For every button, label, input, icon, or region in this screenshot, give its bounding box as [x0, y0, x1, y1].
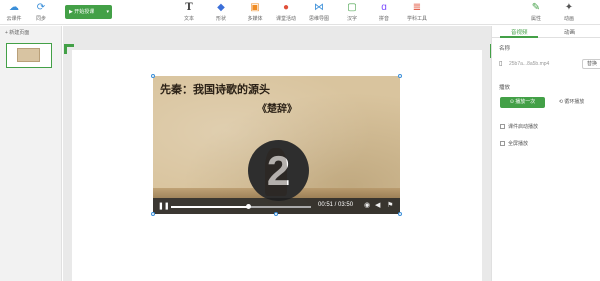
camera-icon[interactable]: ◉ — [364, 201, 370, 209]
autoplay-label: 课件启动播放 — [508, 124, 539, 130]
subject-tools-button[interactable]: ≣ 学科工具 — [403, 1, 431, 24]
fullscreen-checkbox-row[interactable]: 全屏播放 — [500, 140, 528, 147]
video-time: 00:51 / 03:50 — [318, 202, 354, 208]
file-icon: ▯ — [499, 61, 503, 67]
shape-tool-button[interactable]: ◆ 形状 — [207, 1, 235, 24]
seek-progress — [171, 206, 248, 208]
pages-pane: + 新建页面 — [0, 26, 62, 281]
animation-button[interactable]: ✦ 动画 — [555, 1, 583, 24]
play-once-button[interactable]: ⊙ 播放一次 — [500, 97, 545, 108]
properties-label: 属性 — [530, 16, 541, 22]
brush-icon: ✎ — [531, 2, 541, 13]
properties-button[interactable]: ✎ 属性 — [522, 1, 550, 24]
resize-handle-bottom-right[interactable] — [398, 212, 402, 216]
sync-icon: ⟳ — [36, 2, 46, 13]
sync-button[interactable]: ⟳ 同步 — [27, 1, 55, 24]
tab-animation[interactable]: 动画 — [564, 28, 575, 36]
video-player[interactable]: 先秦：我国诗歌的源头 《楚辞》 2 ❚❚ 00:51 / 03:50 ◉ ◀ ⚑ — [153, 76, 400, 214]
autoplay-checkbox-row[interactable]: 课件启动播放 — [500, 123, 538, 130]
sync-label: 同步 — [35, 16, 46, 22]
shape-icon: ◆ — [217, 2, 225, 13]
pause-icon[interactable]: ❚❚ — [158, 202, 170, 210]
name-section-label: 名称 — [499, 46, 511, 52]
new-page-button[interactable]: + 新建页面 — [5, 29, 29, 36]
star-icon: ✦ — [564, 2, 574, 13]
shape-tool-label: 形状 — [215, 16, 226, 22]
volume-icon[interactable]: ◀ — [375, 201, 380, 209]
text-tool-button[interactable]: T 文本 — [175, 1, 203, 24]
mindmap-tool-button[interactable]: ⋈ 思维导图 — [305, 1, 333, 24]
autoplay-checkbox[interactable] — [500, 124, 505, 129]
file-row: ▯ 25b7a...8a5b.mp4 替换 — [499, 59, 600, 69]
text-icon: T — [185, 2, 193, 13]
tab-video[interactable]: 音视频 — [511, 28, 528, 36]
properties-pane: 音视频 动画 名称 ▯ 25b7a...8a5b.mp4 替换 播放 ⊙ 播放一… — [491, 26, 600, 281]
cloud-label: 云课件 — [6, 16, 22, 22]
hanzi-icon: ▢ — [347, 2, 357, 13]
cloud-icon: ☁ — [9, 2, 19, 13]
media-icon: ▣ — [250, 2, 260, 13]
hanzi-tool-label: 汉字 — [346, 16, 357, 22]
text-tool-label: 文本 — [183, 16, 194, 22]
media-tool-label: 多媒体 — [247, 16, 263, 22]
thumbnail-video-preview — [17, 48, 40, 62]
chevron-down-icon[interactable]: ▾ — [106, 5, 109, 19]
play-section-label: 播放 — [499, 85, 511, 91]
resize-handle-top-left[interactable] — [151, 74, 155, 78]
person-icon: ● — [282, 2, 290, 13]
subject-tools-label: 学科工具 — [406, 16, 427, 22]
video-title-text: 先秦：我国诗歌的源头 — [160, 83, 270, 96]
books-icon: ≣ — [412, 2, 422, 13]
fullscreen-label: 全屏播放 — [508, 141, 529, 147]
fullscreen-checkbox[interactable] — [500, 141, 505, 146]
seek-bar[interactable] — [171, 204, 311, 209]
resize-handle-top-right[interactable] — [398, 74, 402, 78]
activity-tool-label: 课堂活动 — [275, 16, 296, 22]
page-thumbnail[interactable] — [6, 43, 52, 68]
resize-handle-bottom-left[interactable] — [151, 212, 155, 216]
pinyin-icon: ɑ — [381, 2, 387, 13]
loop-play-label: 循环播放 — [564, 99, 585, 105]
start-label: 开始授课 — [74, 9, 95, 15]
animation-label: 动画 — [563, 16, 574, 22]
active-tab-indicator — [500, 36, 538, 38]
pinyin-tool-button[interactable]: ɑ 拼音 — [370, 1, 398, 24]
mindmap-icon: ⋈ — [314, 2, 324, 13]
start-teaching-button[interactable]: ▶ 开始授课 ▾ — [65, 5, 112, 19]
video-figure — [265, 148, 287, 196]
properties-tabs: 音视频 动画 — [492, 26, 600, 38]
replace-button[interactable]: 替换 — [582, 59, 600, 69]
hanzi-tool-button[interactable]: ▢ 汉字 — [338, 1, 366, 24]
video-subtitle-text: 《楚辞》 — [257, 104, 297, 115]
pinyin-tool-label: 拼音 — [378, 16, 389, 22]
flag-icon[interactable]: ⚑ — [387, 201, 393, 209]
resize-handle-bottom-middle[interactable] — [274, 212, 278, 216]
play-once-label: 播放一次 — [515, 99, 536, 105]
toolbar: ☁ 云课件 ⟳ 同步 ▶ 开始授课 ▾ T 文本 ◆ 形状 ▣ 多媒体 ● 课堂… — [0, 0, 600, 25]
activity-tool-button[interactable]: ● 课堂活动 — [272, 1, 300, 24]
loop-play-button[interactable]: ⟲ 循环播放 — [549, 97, 594, 108]
cloud-button[interactable]: ☁ 云课件 — [0, 1, 28, 24]
mindmap-tool-label: 思维导图 — [308, 16, 329, 22]
seek-handle[interactable] — [245, 204, 251, 209]
media-tool-button[interactable]: ▣ 多媒体 — [241, 1, 269, 24]
file-name: 25b7a...8a5b.mp4 — [509, 61, 550, 67]
